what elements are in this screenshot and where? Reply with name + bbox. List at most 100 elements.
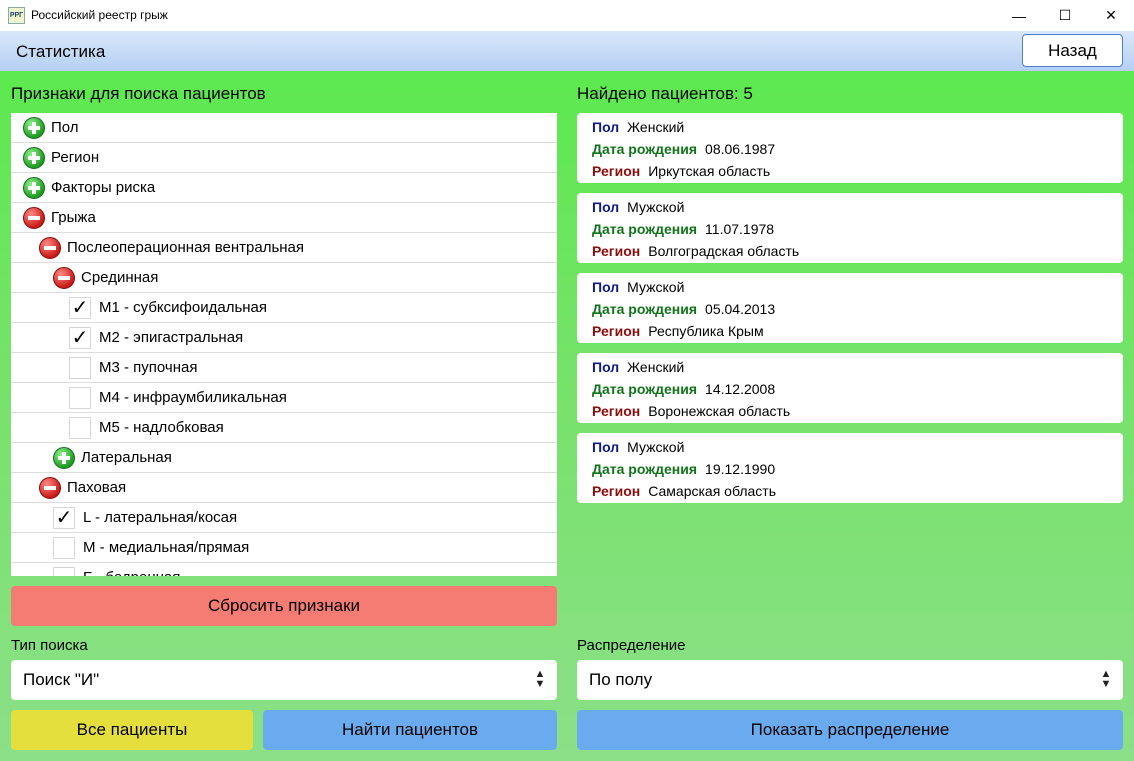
patient-region-line: Регион Республика Крым [592,323,764,339]
criteria-tree[interactable]: Пол Регион Факторы риска Грыжа Послеоперацио… [11,113,557,576]
tree-item[interactable]: M4 - инфраумбиликальная [11,383,557,413]
patient-sex-key: Пол [592,359,620,375]
app-logo-icon: РРГ [8,7,25,24]
patient-card[interactable]: Пол Мужской Дата рождения 11.07.1978 Регион В… [577,193,1123,263]
tree-item-label: M2 - эпигастральная [99,329,244,346]
checkbox-checked[interactable]: ✓ [69,326,91,349]
tree-item-label: M - медиальная/прямая [83,539,250,556]
patient-card[interactable]: Пол Женский Дата рождения 14.12.2008 Регион В… [577,353,1123,423]
patient-region-key: Регион [592,163,641,179]
patient-birth-date-key: Дата рождения [592,221,698,237]
close-icon: ✕ [1105,7,1117,23]
tree-item-label: Послеоперационная вентральная [67,239,305,256]
search-criteria-title: Признаки для поиска пациентов [11,84,266,103]
tree-item-label: F - бедренная [83,569,180,576]
patient-birth-date-value: 11.07.1978 [705,221,775,237]
checkbox-unchecked[interactable] [53,566,75,576]
patient-region-value: Иркутская область [648,163,771,179]
collapse-minus-icon[interactable] [39,236,61,259]
patient-sex-line: Пол Женский [592,119,684,135]
collapse-minus-icon[interactable] [53,266,75,289]
search-type-select[interactable]: Поиск "И" ▲ ▼ [11,660,557,700]
patient-card[interactable]: Пол Мужской Дата рождения 05.04.2013 Регион Р… [577,273,1123,343]
patient-sex-line: Пол Мужской [592,439,684,455]
tree-item[interactable]: ✓ L - латеральная/косая [11,503,557,533]
tree-item-label: M4 - инфраумбиликальная [99,389,287,406]
patient-region-line: Регион Самарская область [592,483,776,499]
tree-item[interactable]: M - медиальная/прямая [11,533,557,563]
patient-birth-date-line: Дата рождения 11.07.1978 [592,221,774,237]
find-patients-button[interactable]: Найти пациентов [263,710,557,750]
tree-item[interactable]: Срединная [11,263,557,293]
tree-item[interactable]: ✓ M2 - эпигастральная [11,323,557,353]
patient-region-value: Республика Крым [648,323,764,339]
reset-criteria-button[interactable]: Сбросить признаки [11,586,557,626]
window-title: Российский реестр грыж [31,8,168,22]
tree-item[interactable]: Пол [11,113,557,143]
tree-item-label: Паховая [67,479,127,496]
tree-item-label: Регион [51,149,100,166]
page-title: Статистика [16,42,106,61]
collapse-minus-icon[interactable] [39,476,61,499]
patient-region-key: Регион [592,403,641,419]
patient-region-line: Регион Волгоградская область [592,243,799,259]
patient-card[interactable]: Пол Мужской Дата рождения 19.12.1990 Регион С… [577,433,1123,503]
patient-sex-line: Пол Женский [592,359,684,375]
patient-sex-key: Пол [592,119,620,135]
expand-plus-icon[interactable] [23,116,45,139]
tree-item[interactable]: ✓ M1 - субксифоидальная [11,293,557,323]
collapse-minus-icon[interactable] [23,206,45,229]
patient-sex-value: Мужской [627,439,685,455]
tree-item-label: Срединная [81,269,159,286]
patient-birth-date-value: 19.12.1990 [705,461,776,477]
patient-birth-date-line: Дата рождения 08.06.1987 [592,141,775,157]
tree-item[interactable]: M3 - пупочная [11,353,557,383]
maximize-button[interactable]: ☐ [1042,0,1088,31]
tree-item[interactable]: M5 - надлобковая [11,413,557,443]
distribution-select[interactable]: По полу ▲ ▼ [577,660,1123,700]
expand-plus-icon[interactable] [23,146,45,169]
checkbox-unchecked[interactable] [69,386,91,409]
checkbox-unchecked[interactable] [69,356,91,379]
expand-plus-icon[interactable] [53,446,75,469]
tree-item-label: Грыжа [51,209,96,226]
minimize-icon: — [1012,7,1026,24]
patient-sex-key: Пол [592,199,620,215]
patient-birth-date-value: 05.04.2013 [705,301,776,317]
patient-birth-date-value: 08.06.1987 [705,141,776,157]
minimize-button[interactable]: — [996,0,1042,31]
tree-item[interactable]: Паховая [11,473,557,503]
tree-item[interactable]: Латеральная [11,443,557,473]
tree-item[interactable]: Послеоперационная вентральная [11,233,557,263]
tree-item-label: M5 - надлобковая [99,419,224,436]
close-button[interactable]: ✕ [1088,0,1134,31]
all-patients-button[interactable]: Все пациенты [11,710,253,750]
main-panel: Признаки для поиска пациентов Найдено па… [0,71,1134,761]
tree-item[interactable]: Грыжа [11,203,557,233]
show-distribution-button[interactable]: Показать распределение [577,710,1123,750]
patient-region-value: Воронежская область [648,403,791,419]
distribution-label: Распределение [577,637,686,654]
checkbox-checked[interactable]: ✓ [69,296,91,319]
checkbox-unchecked[interactable] [53,536,75,559]
tree-item[interactable]: Факторы риска [11,173,557,203]
tree-item[interactable]: Регион [11,143,557,173]
expand-plus-icon[interactable] [23,176,45,199]
back-button[interactable]: Назад [1022,34,1123,67]
patient-region-line: Регион Воронежская область [592,403,790,419]
tree-item-label: L - латеральная/косая [83,509,238,526]
patient-region-line: Регион Иркутская область [592,163,770,179]
checkbox-unchecked[interactable] [69,416,91,439]
tree-item-label: M1 - субксифоидальная [99,299,268,316]
patient-birth-date-key: Дата рождения [592,381,698,397]
patient-region-key: Регион [592,243,641,259]
patient-sex-value: Мужской [627,279,685,295]
page-header: Статистика Назад [0,31,1134,71]
patient-sex-value: Мужской [627,199,685,215]
patient-birth-date-line: Дата рождения 14.12.2008 [592,381,775,397]
updown-arrows-icon: ▲ ▼ [1100,668,1112,690]
updown-arrows-icon: ▲ ▼ [534,668,546,690]
tree-item[interactable]: F - бедренная [11,563,557,576]
patient-card[interactable]: Пол Женский Дата рождения 08.06.1987 Регион И… [577,113,1123,183]
checkbox-checked[interactable]: ✓ [53,506,75,529]
